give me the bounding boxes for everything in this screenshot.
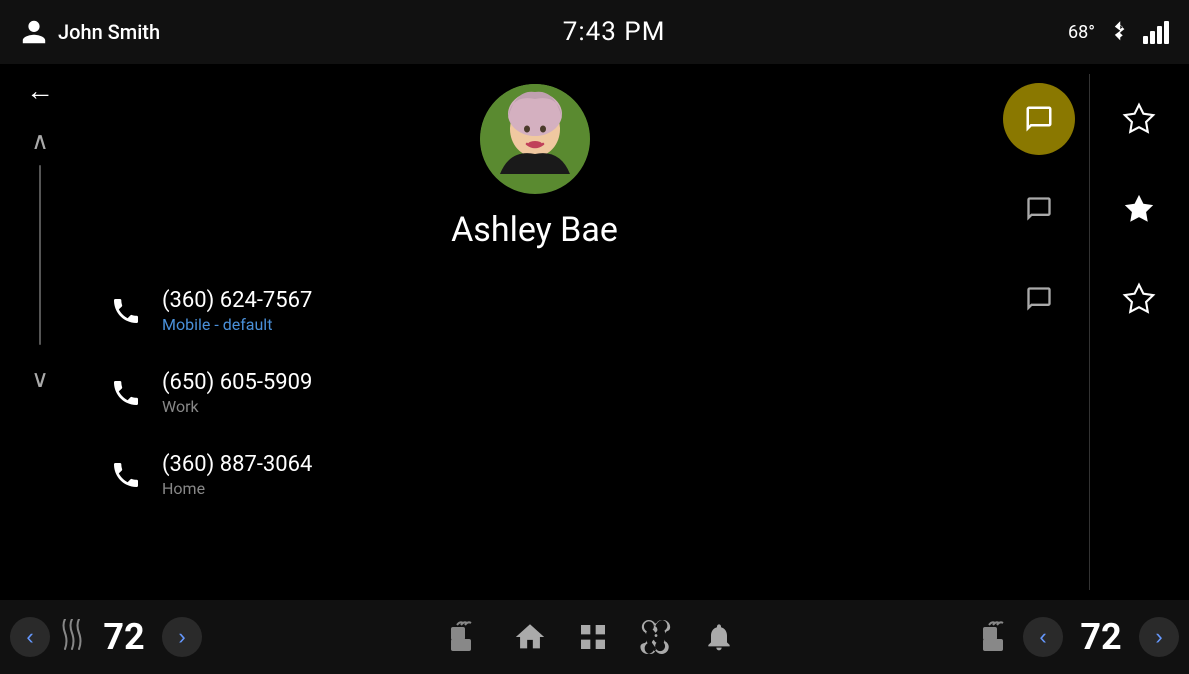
left-temp-control: ‹ 72 › xyxy=(10,616,202,658)
person-icon xyxy=(20,18,48,46)
right-temp-decrease[interactable]: ‹ xyxy=(1023,617,1063,657)
phone-details-1: (650) 605-5909 Work xyxy=(162,370,989,416)
star-row-2 xyxy=(1090,254,1189,344)
nav-icons xyxy=(447,619,735,655)
bluetooth-icon xyxy=(1109,19,1129,45)
phone-details-0: (360) 624-7567 Mobile - default xyxy=(162,288,989,334)
phone-details-2: (360) 887-3064 Home xyxy=(162,452,989,498)
scroll-down-button[interactable]: ∨ xyxy=(31,365,49,393)
phone-number-0: (360) 624-7567 xyxy=(162,288,989,313)
action-column-star xyxy=(1090,64,1189,600)
message-button-0[interactable] xyxy=(1003,83,1075,155)
message-button-2[interactable] xyxy=(1003,263,1075,335)
left-temp-increase[interactable]: › xyxy=(162,617,202,657)
right-temp-control: ‹ 72 › xyxy=(979,616,1179,658)
right-panel xyxy=(989,64,1189,600)
phone-label-0: Mobile - default xyxy=(162,315,989,334)
left-heat-icon xyxy=(58,619,86,655)
right-temp-value: 72 xyxy=(1071,616,1131,658)
star-button-0[interactable] xyxy=(1114,94,1164,144)
bottom-bar: ‹ 72 › xyxy=(0,600,1189,674)
contact-name: Ashley Bae xyxy=(451,210,618,250)
phone-label-2: Home xyxy=(162,479,989,498)
star-icon-2 xyxy=(1122,282,1156,316)
action-row-2 xyxy=(989,254,1089,344)
seat-heat-icon[interactable] xyxy=(447,619,483,655)
star-button-1[interactable] xyxy=(1114,184,1164,234)
star-icon-0 xyxy=(1122,102,1156,136)
phone-icon-2 xyxy=(110,459,142,491)
left-temp-value: 72 xyxy=(94,616,154,658)
star-button-2[interactable] xyxy=(1114,274,1164,324)
contact-detail: Ashley Bae (360) 624-7567 Mobile - defau… xyxy=(80,64,989,600)
scroll-up-button[interactable]: ∧ xyxy=(31,127,49,155)
phone-icon-0 xyxy=(110,295,142,327)
phone-entry-2[interactable]: (360) 887-3064 Home xyxy=(80,434,989,516)
phone-list: (360) 624-7567 Mobile - default (650) 60… xyxy=(80,270,989,516)
left-temp-decrease[interactable]: ‹ xyxy=(10,617,50,657)
star-row-1 xyxy=(1090,164,1189,254)
user-name: John Smith xyxy=(58,20,160,44)
action-column-msg xyxy=(989,64,1089,600)
phone-entry-0[interactable]: (360) 624-7567 Mobile - default xyxy=(80,270,989,352)
message-icon-2 xyxy=(1025,285,1053,313)
status-time: 7:43 PM xyxy=(563,17,666,47)
right-seat-heat-icon[interactable] xyxy=(979,619,1015,655)
message-button-1[interactable] xyxy=(1003,173,1075,245)
phone-icon-1 xyxy=(110,377,142,409)
message-icon-1 xyxy=(1025,195,1053,223)
signal-icon xyxy=(1143,21,1169,44)
contact-avatar xyxy=(480,84,590,194)
status-left: John Smith xyxy=(20,18,160,46)
avatar-svg xyxy=(480,84,590,194)
right-temp-increase[interactable]: › xyxy=(1139,617,1179,657)
phone-number-1: (650) 605-5909 xyxy=(162,370,989,395)
action-row-1 xyxy=(989,164,1089,254)
action-row-0 xyxy=(989,74,1089,164)
grid-icon[interactable] xyxy=(577,621,609,653)
scroll-track xyxy=(39,165,41,345)
star-row-0 xyxy=(1090,74,1189,164)
phone-label-1: Work xyxy=(162,397,989,416)
back-button[interactable]: ← xyxy=(26,74,54,107)
temperature-display: 68° xyxy=(1068,22,1095,43)
message-icon-0 xyxy=(1024,104,1054,134)
status-right: 68° xyxy=(1068,19,1169,45)
star-icon-1 xyxy=(1122,192,1156,226)
home-icon[interactable] xyxy=(513,620,547,654)
avatar-photo xyxy=(480,84,590,194)
bell-icon[interactable] xyxy=(703,621,735,653)
phone-entry-1[interactable]: (650) 605-5909 Work xyxy=(80,352,989,434)
fan-icon[interactable] xyxy=(639,620,673,654)
main-content: ← ∧ ∨ xyxy=(0,64,1189,600)
phone-number-2: (360) 887-3064 xyxy=(162,452,989,477)
left-sidebar: ← ∧ ∨ xyxy=(0,64,80,600)
status-bar: John Smith 7:43 PM 68° xyxy=(0,0,1189,64)
